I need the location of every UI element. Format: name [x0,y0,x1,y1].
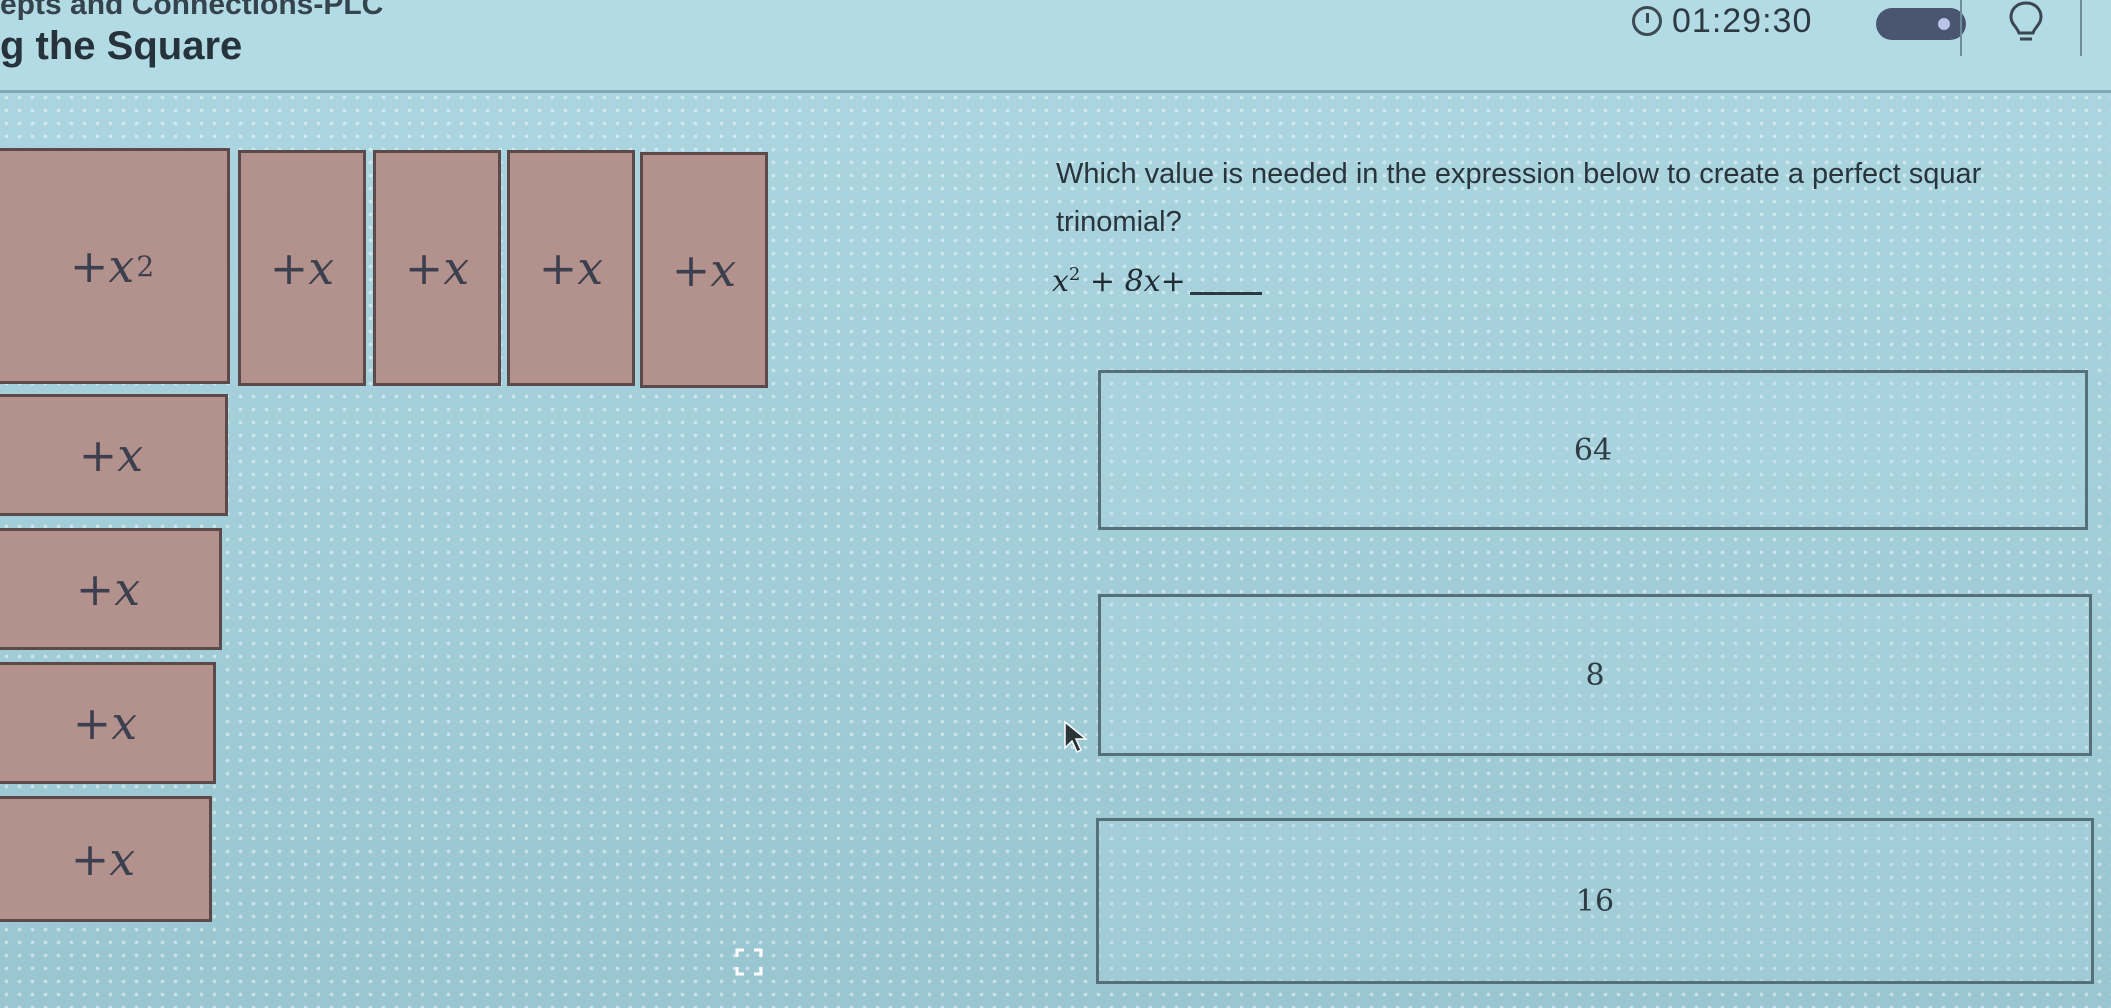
tile-label: +x [69,239,135,293]
tile-exponent: 2 [136,249,155,283]
x-tile[interactable]: +x [0,662,216,784]
timer-icon [1632,6,1662,36]
answer-choice[interactable]: 8 [1098,594,2092,756]
answer-blank [1189,292,1262,295]
question-text: Which value is needed in the expression … [1056,158,1982,238]
answer-choice[interactable]: 16 [1096,818,2094,984]
expand-icon[interactable] [735,948,763,976]
lesson-header: epts and Connections-PLC g the Square 01… [0,0,2111,93]
expression: x2 + 8x+ [1052,264,1262,299]
x-squared-tile[interactable]: +x 2 [0,148,230,384]
x-tile[interactable]: +x [507,150,635,386]
x-tile[interactable]: +x [640,152,768,388]
answer-choice[interactable]: 64 [1098,370,2088,530]
x-tile[interactable]: +x [373,150,501,386]
course-title: epts and Connections-PLC [0,0,384,21]
toggle-switch[interactable] [1876,8,1966,40]
timer-text: 01:29:30 [1672,2,1813,40]
x-tile[interactable]: +x [238,150,366,386]
x-tile[interactable]: +x [0,796,212,922]
lesson-title: g the Square [0,24,243,68]
header-divider [1960,0,1962,56]
lightbulb-icon[interactable] [2008,0,2044,46]
x-tile[interactable]: +x [0,394,228,516]
header-divider [2080,0,2082,56]
mouse-cursor-icon [1064,720,1089,754]
x-tile[interactable]: +x [0,528,222,650]
